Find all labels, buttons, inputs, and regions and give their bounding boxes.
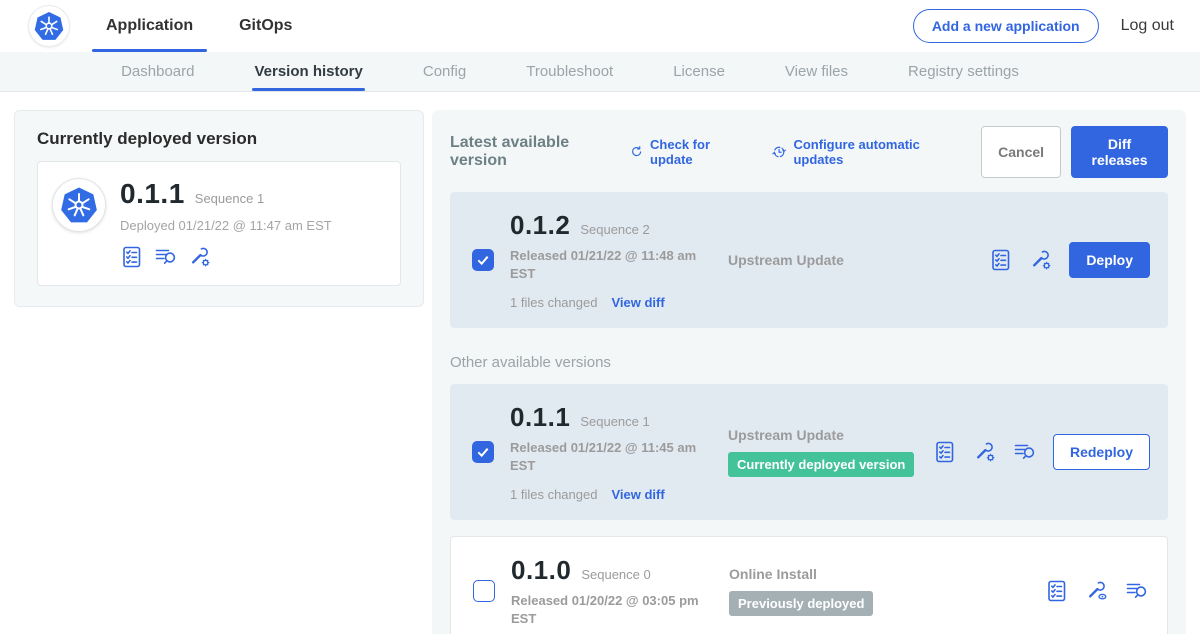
subnav-tab-dashboard[interactable]: Dashboard (119, 52, 196, 91)
version-number: 0.1.1 (510, 402, 570, 433)
checkmark-icon (475, 252, 491, 268)
deployed-sequence-label: Sequence 1 (195, 191, 264, 206)
source-label: Upstream Update (728, 427, 933, 443)
version-info: 0.1.0 Sequence 0 Released 01/20/22 @ 03:… (511, 555, 729, 627)
source-label: Online Install (729, 566, 1045, 582)
sequence-label: Sequence 2 (580, 222, 649, 237)
topnav-right: Add a new application Log out (913, 9, 1200, 43)
version-checkbox[interactable] (472, 249, 494, 271)
check-for-update-link[interactable]: Check for update (629, 137, 746, 167)
preflight-checklist-icon[interactable] (933, 440, 957, 464)
cancel-button[interactable]: Cancel (981, 126, 1061, 178)
version-row-0-1-0: 0.1.0 Sequence 0 Released 01/20/22 @ 03:… (450, 536, 1168, 634)
version-source: Upstream Update Currently deployed versi… (728, 427, 933, 477)
diff-releases-button[interactable]: Diff releases (1071, 126, 1168, 178)
deployed-version-number: 0.1.1 (120, 178, 185, 210)
kubernetes-logo-icon (59, 185, 99, 225)
preflight-checklist-icon[interactable] (120, 245, 144, 269)
logs-magnifier-icon[interactable] (154, 245, 178, 269)
deployed-action-icons (120, 245, 332, 269)
refresh-icon (629, 144, 644, 161)
view-diff-link[interactable]: View diff (611, 295, 664, 310)
view-config-wrench-eye-icon[interactable] (1085, 579, 1109, 603)
version-number: 0.1.0 (511, 555, 571, 586)
sequence-label: Sequence 0 (581, 567, 650, 582)
version-history-panel: Latest available version Check for updat… (432, 110, 1186, 634)
deployed-timestamp: Deployed 01/21/22 @ 11:47 am EST (120, 218, 332, 233)
topnav-tabs: Application GitOps (92, 0, 324, 52)
logout-button[interactable]: Log out (1121, 17, 1174, 35)
app-logo (28, 5, 70, 47)
top-nav: Application GitOps Add a new application… (0, 0, 1200, 52)
version-actions: Redeploy (933, 434, 1152, 470)
app-icon-badge (52, 178, 106, 232)
header-actions: Cancel Diff releases (981, 126, 1168, 178)
configure-automatic-updates-label: Configure automatic updates (793, 137, 955, 167)
latest-version-title: Latest available version (450, 134, 613, 170)
sequence-label: Sequence 1 (580, 414, 649, 429)
version-row-0-1-2: 0.1.2 Sequence 2 Released 01/21/22 @ 11:… (450, 192, 1168, 328)
files-changed-label: 1 files changed (510, 295, 597, 310)
preflight-checklist-icon[interactable] (1045, 579, 1069, 603)
version-row-0-1-1: 0.1.1 Sequence 1 Released 01/21/22 @ 11:… (450, 384, 1168, 520)
version-source: Online Install Previously deployed (729, 566, 1045, 616)
released-timestamp: Released 01/21/22 @ 11:48 am EST (510, 247, 728, 282)
version-source: Upstream Update (728, 252, 989, 268)
released-timestamp: Released 01/21/22 @ 11:45 am EST (510, 439, 728, 474)
version-actions: Deploy (989, 242, 1152, 278)
preflight-checklist-icon[interactable] (989, 248, 1013, 272)
latest-version-header: Latest available version Check for updat… (450, 126, 1168, 178)
other-versions-title: Other available versions (450, 354, 1168, 371)
subnav-tab-troubleshoot[interactable]: Troubleshoot (524, 52, 615, 91)
currently-deployed-title: Currently deployed version (37, 129, 401, 149)
subnav-tab-view-files[interactable]: View files (783, 52, 850, 91)
kubernetes-logo-icon (33, 10, 65, 42)
add-new-application-button[interactable]: Add a new application (913, 9, 1099, 43)
previously-deployed-badge: Previously deployed (729, 591, 873, 616)
deployed-version-info: 0.1.1 Sequence 1 Deployed 01/21/22 @ 11:… (120, 178, 332, 269)
currently-deployed-badge: Currently deployed version (728, 452, 914, 477)
configure-automatic-updates-link[interactable]: Configure automatic updates (771, 137, 955, 167)
edit-config-wrench-gear-icon[interactable] (1029, 248, 1053, 272)
files-changed-label: 1 files changed (510, 487, 597, 502)
checkmark-icon (475, 444, 491, 460)
version-number: 0.1.2 (510, 210, 570, 241)
tab-gitops[interactable]: GitOps (225, 0, 306, 52)
edit-config-wrench-gear-icon[interactable] (973, 440, 997, 464)
app-sub-nav: Dashboard Version history Config Trouble… (0, 52, 1200, 92)
source-label: Upstream Update (728, 252, 989, 268)
version-checkbox[interactable] (472, 441, 494, 463)
main-content: Currently deployed version 0.1.1 Sequenc… (0, 92, 1200, 634)
deployed-version-card: 0.1.1 Sequence 1 Deployed 01/21/22 @ 11:… (37, 161, 401, 286)
tab-application[interactable]: Application (92, 0, 207, 52)
logs-magnifier-icon[interactable] (1125, 579, 1149, 603)
deploy-button[interactable]: Deploy (1069, 242, 1150, 278)
subnav-tab-registry-settings[interactable]: Registry settings (906, 52, 1021, 91)
subnav-tab-version-history[interactable]: Version history (252, 52, 364, 91)
view-diff-link[interactable]: View diff (611, 487, 664, 502)
edit-config-wrench-gear-icon[interactable] (188, 245, 212, 269)
version-actions (1045, 579, 1151, 603)
currently-deployed-panel: Currently deployed version 0.1.1 Sequenc… (14, 110, 424, 307)
version-info: 0.1.2 Sequence 2 Released 01/21/22 @ 11:… (510, 210, 728, 310)
subnav-tab-config[interactable]: Config (421, 52, 468, 91)
redeploy-button[interactable]: Redeploy (1053, 434, 1150, 470)
subnav-tab-license[interactable]: License (671, 52, 727, 91)
check-for-update-label: Check for update (650, 137, 745, 167)
version-checkbox[interactable] (473, 580, 495, 602)
version-info: 0.1.1 Sequence 1 Released 01/21/22 @ 11:… (510, 402, 728, 502)
clock-refresh-icon (771, 143, 787, 161)
admin-console-page: Application GitOps Add a new application… (0, 0, 1200, 634)
released-timestamp: Released 01/20/22 @ 03:05 pm EST (511, 592, 729, 627)
logs-magnifier-icon[interactable] (1013, 440, 1037, 464)
